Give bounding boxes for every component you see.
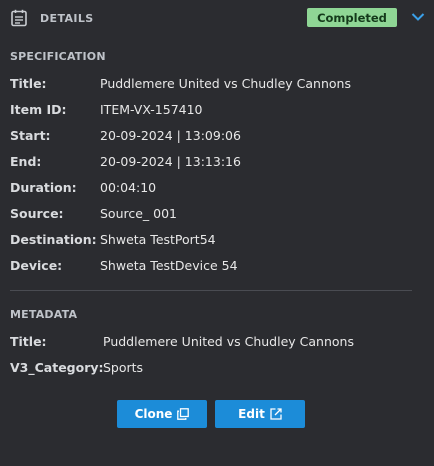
spec-label: Device: [10,257,63,273]
spec-value: 00:04:10 [100,179,157,195]
meta-value: Sports [103,359,144,375]
details-title: DETAILS [40,11,94,25]
spec-row-device: Device: Shweta TestDevice 54 [10,256,238,274]
meta-label: V3_Category: [10,359,104,375]
details-panel: DETAILS Completed SPECIFICATION Title: P… [0,0,434,466]
clone-button[interactable]: Clone [117,400,207,428]
meta-row-title: Title: Puddlemere United vs Chudley Cann… [10,332,354,350]
spec-label: Duration: [10,179,77,195]
spec-row-end: End: 20-09-2024 | 13:13:16 [10,152,241,170]
external-edit-icon [270,408,282,420]
copy-icon [177,408,190,420]
spec-value: 20-09-2024 | 13:09:06 [100,127,241,143]
spec-label: Destination: [10,231,97,247]
meta-value: Puddlemere United vs Chudley Cannons [103,333,354,349]
chevron-down-icon[interactable] [410,9,426,25]
metadata-section-title: METADATA [10,308,78,321]
spec-row-destination: Destination: Shweta TestPort54 [10,230,216,248]
meta-label: Title: [10,333,47,349]
spec-row-duration: Duration: 00:04:10 [10,178,156,196]
specification-section-title: SPECIFICATION [10,50,106,63]
spec-row-source: Source: Source_ 001 [10,204,177,222]
spec-value: Shweta TestDevice 54 [100,257,238,273]
spec-value: ITEM-VX-157410 [100,101,203,117]
spec-label: Source: [10,205,64,221]
clone-button-label: Clone [134,407,173,421]
spec-label: Title: [10,75,47,91]
spec-value: Source_ 001 [100,205,178,221]
meta-row-category: V3_Category: Sports [10,358,143,376]
spec-value: 20-09-2024 | 13:13:16 [100,153,241,169]
spec-row-start: Start: 20-09-2024 | 13:09:06 [10,126,241,144]
details-document-icon [10,9,28,27]
edit-button[interactable]: Edit [215,400,305,428]
edit-button-label: Edit [238,407,265,421]
spec-value: Shweta TestPort54 [100,231,216,247]
spec-label: Item ID: [10,101,67,117]
spec-label: End: [10,153,42,169]
section-divider [10,290,412,291]
status-badge: Completed [307,8,397,27]
spec-label: Start: [10,127,51,143]
spec-row-item-id: Item ID: ITEM-VX-157410 [10,100,203,118]
spec-row-title: Title: Puddlemere United vs Chudley Cann… [10,74,351,92]
spec-value: Puddlemere United vs Chudley Cannons [100,75,351,91]
